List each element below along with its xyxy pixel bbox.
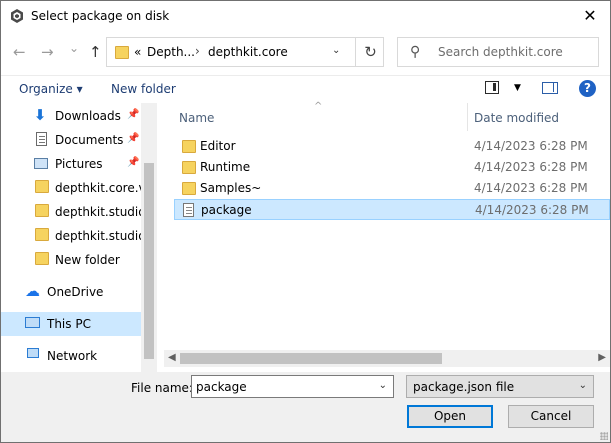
nav-item-network[interactable]: Network bbox=[1, 344, 141, 368]
folder-icon bbox=[182, 140, 196, 153]
folder-icon bbox=[182, 182, 196, 195]
dialog-footer: File name: package ⌄ package.json file ⌄… bbox=[1, 372, 610, 442]
file-type-select[interactable]: package.json file ⌄ bbox=[406, 375, 594, 398]
file-date: 4/14/2023 6:28 PM bbox=[474, 160, 588, 174]
column-header-date-modified[interactable]: Date modified bbox=[474, 111, 559, 125]
pictures-icon bbox=[34, 158, 48, 169]
nav-item-depthkit-studio-vfx[interactable]: depthkit.studio.vfx bbox=[1, 224, 143, 248]
nav-item-label: OneDrive bbox=[47, 285, 104, 299]
scroll-left-icon[interactable]: ◀ bbox=[168, 352, 176, 363]
cancel-button[interactable]: Cancel bbox=[508, 405, 594, 428]
preview-pane-icon[interactable] bbox=[542, 82, 558, 94]
forward-arrow-icon[interactable]: → bbox=[41, 43, 54, 61]
file-name: Editor bbox=[200, 139, 236, 153]
file-date: 4/14/2023 6:28 PM bbox=[474, 139, 588, 153]
breadcrumb-separator-icon[interactable]: › bbox=[195, 44, 200, 58]
network-icon bbox=[27, 348, 39, 358]
json-file-icon bbox=[183, 203, 194, 217]
folder-icon bbox=[35, 252, 49, 265]
nav-item-this-pc[interactable]: This PC bbox=[1, 312, 141, 336]
documents-icon bbox=[36, 132, 47, 146]
view-dropdown-icon[interactable]: ▼ bbox=[514, 83, 521, 93]
file-date: 4/14/2023 6:28 PM bbox=[474, 181, 588, 195]
file-row[interactable]: Editor 4/14/2023 6:28 PM bbox=[174, 136, 610, 157]
title-bar: Select package on disk ✕ bbox=[1, 1, 610, 31]
nav-item-depthkit-studio[interactable]: depthkit.studio bbox=[1, 200, 143, 224]
command-bar: Organize ▾ New folder ▼ ? bbox=[1, 75, 610, 103]
file-list: ^ Name Date modified Editor 4/14/2023 6:… bbox=[164, 101, 610, 372]
file-name: package bbox=[201, 203, 252, 217]
nav-item-pictures[interactable]: Pictures 📌 bbox=[1, 152, 141, 176]
new-folder-button[interactable]: New folder bbox=[111, 82, 176, 96]
nav-item-label: Network bbox=[47, 349, 98, 363]
folder-icon bbox=[35, 180, 49, 193]
close-icon[interactable]: ✕ bbox=[580, 6, 600, 26]
chevron-down-icon[interactable]: ⌄ bbox=[579, 380, 587, 391]
nav-item-onedrive[interactable]: ☁ OneDrive bbox=[1, 280, 141, 304]
folder-icon bbox=[182, 161, 196, 174]
file-dialog: Select package on disk ✕ ← → ⌄ ↑ « Depth… bbox=[0, 0, 611, 443]
file-name: Samples~ bbox=[200, 181, 262, 195]
resize-grip-icon[interactable] bbox=[600, 432, 608, 440]
file-name-label: File name: bbox=[131, 381, 193, 395]
chevron-down-icon[interactable]: ⌄ bbox=[379, 380, 387, 391]
breadcrumb-item[interactable]: depthkit.core bbox=[208, 45, 288, 59]
up-arrow-icon[interactable]: ↑ bbox=[89, 43, 102, 61]
nav-item-label: New folder bbox=[55, 253, 120, 267]
unity-app-icon bbox=[11, 9, 23, 23]
back-arrow-icon[interactable]: ← bbox=[13, 43, 26, 61]
nav-item-new-folder[interactable]: New folder bbox=[1, 248, 141, 272]
search-input[interactable]: Search depthkit.core bbox=[438, 45, 563, 59]
download-icon: ⬇ bbox=[33, 106, 47, 124]
onedrive-icon: ☁ bbox=[25, 282, 40, 300]
nav-item-documents[interactable]: Documents 📌 bbox=[1, 128, 141, 152]
file-date: 4/14/2023 6:28 PM bbox=[475, 203, 589, 217]
file-row-selected[interactable]: package 4/14/2023 6:28 PM bbox=[174, 199, 610, 220]
file-name-value: package bbox=[196, 380, 247, 394]
navigation-bar: ← → ⌄ ↑ « Depth... › depthkit.core ⌄ ↻ ⚲… bbox=[1, 31, 610, 75]
search-box[interactable]: ⚲ Search depthkit.core bbox=[397, 37, 599, 67]
nav-item-depthkit-core-vfx[interactable]: depthkit.core.vfx bbox=[1, 176, 143, 200]
file-name: Runtime bbox=[200, 160, 251, 174]
this-pc-icon bbox=[25, 317, 40, 328]
scroll-right-icon[interactable]: ▶ bbox=[598, 352, 606, 363]
folder-icon bbox=[115, 46, 129, 59]
file-row[interactable]: Samples~ 4/14/2023 6:28 PM bbox=[174, 178, 610, 199]
nav-pane-scrollbar[interactable] bbox=[141, 103, 157, 372]
pin-icon: 📌 bbox=[127, 109, 140, 120]
scrollbar-thumb[interactable] bbox=[144, 163, 154, 359]
nav-item-label: depthkit.core.vfx bbox=[55, 181, 143, 195]
file-row[interactable]: Runtime 4/14/2023 6:28 PM bbox=[174, 157, 610, 178]
column-header-name[interactable]: Name bbox=[179, 111, 214, 125]
file-type-value: package.json file bbox=[413, 380, 515, 394]
nav-item-label: depthkit.studio.vfx bbox=[55, 229, 143, 243]
folder-icon bbox=[35, 228, 49, 241]
scrollbar-thumb[interactable] bbox=[180, 353, 442, 364]
folder-icon bbox=[35, 204, 49, 217]
navigation-pane: ⬇ Downloads 📌 Documents 📌 Pictures 📌 dep… bbox=[1, 103, 157, 372]
breadcrumb-item[interactable]: Depth... bbox=[147, 45, 195, 59]
window-title: Select package on disk bbox=[31, 9, 170, 23]
sort-ascending-icon: ^ bbox=[314, 101, 323, 112]
column-divider[interactable] bbox=[467, 103, 468, 131]
nav-item-downloads[interactable]: ⬇ Downloads 📌 bbox=[1, 104, 141, 128]
chevron-down-icon[interactable]: ⌄ bbox=[332, 45, 340, 56]
help-icon[interactable]: ? bbox=[579, 80, 596, 97]
organize-button[interactable]: Organize ▾ bbox=[19, 82, 83, 96]
pin-icon: 📌 bbox=[127, 133, 140, 144]
horizontal-scrollbar[interactable]: ◀ ▶ bbox=[164, 350, 610, 367]
file-name-input[interactable]: package ⌄ bbox=[191, 375, 394, 398]
pin-icon: 📌 bbox=[127, 157, 140, 168]
search-icon: ⚲ bbox=[410, 44, 421, 60]
recent-locations-chevron-icon[interactable]: ⌄ bbox=[69, 41, 79, 55]
address-bar[interactable]: « Depth... › depthkit.core ⌄ ↻ bbox=[106, 37, 384, 67]
view-options-icon[interactable] bbox=[485, 81, 499, 94]
nav-item-label: depthkit.studio bbox=[55, 205, 143, 219]
open-button[interactable]: Open bbox=[407, 405, 493, 428]
breadcrumb-overflow[interactable]: « bbox=[134, 45, 141, 59]
refresh-icon[interactable]: ↻ bbox=[355, 38, 385, 66]
nav-item-label: This PC bbox=[47, 317, 91, 331]
